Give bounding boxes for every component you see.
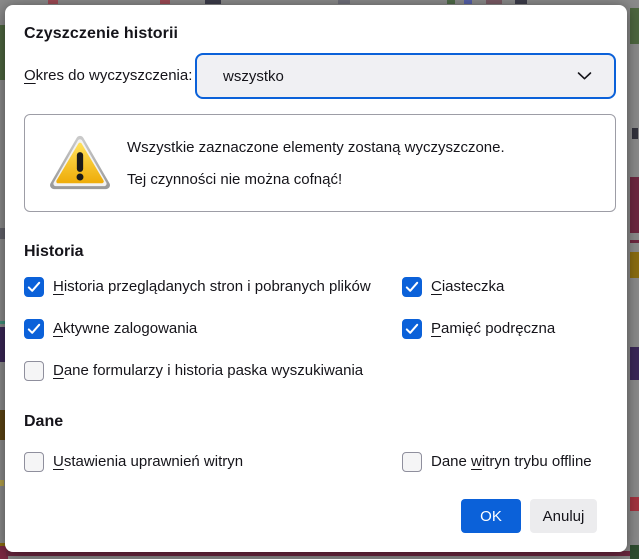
backdrop-fragment: [632, 128, 638, 139]
backdrop-fragment: [447, 0, 455, 4]
checkbox-row-cache: Pamięć podręczna: [402, 319, 555, 339]
checkbox-row-cookies: Ciasteczka: [402, 277, 504, 297]
backdrop-fragment: [630, 177, 639, 233]
warning-text: Wszystkie zaznaczone elementy zostaną wy…: [127, 137, 505, 191]
checkbox-row-browsing-history: Historia przeglądanych stron i pobranych…: [24, 277, 371, 297]
ok-button[interactable]: OK: [461, 499, 521, 533]
time-range-select[interactable]: wszystko: [195, 53, 616, 99]
clear-history-dialog: Czyszczenie historii Okres do wyczyszcze…: [5, 5, 627, 552]
checkbox-label-browsing-history[interactable]: Historia przeglądanych stron i pobranych…: [53, 277, 371, 297]
warning-triangle-icon: [49, 133, 111, 196]
backdrop-fragment: [48, 0, 58, 4]
checkbox-row-site-permissions: Ustawienia uprawnień witryn: [24, 452, 243, 472]
warning-line-2: Tej czynności nie można cofnąć!: [127, 169, 505, 191]
backdrop-fragment: [630, 8, 639, 44]
checkbox-label-offline-site-data[interactable]: Dane witryn trybu offline: [431, 452, 592, 472]
checkbox-active-logins[interactable]: [24, 319, 44, 339]
backdrop-fragment: [630, 545, 639, 559]
backdrop-fragment: [338, 0, 350, 4]
backdrop-fragment: [205, 0, 221, 4]
checkbox-label-cookies[interactable]: Ciasteczka: [431, 277, 504, 297]
chevron-down-icon: [577, 72, 592, 81]
checkbox-cache[interactable]: [402, 319, 422, 339]
checkbox-row-active-logins: Aktywne zalogowania: [24, 319, 197, 339]
backdrop-fragment: [486, 0, 502, 4]
checkbox-label-site-permissions[interactable]: Ustawienia uprawnień witryn: [53, 452, 243, 472]
warning-line-1: Wszystkie zaznaczone elementy zostaną wy…: [127, 137, 505, 159]
cancel-button[interactable]: Anuluj: [530, 499, 597, 533]
backdrop-fragment: [630, 497, 639, 511]
checkbox-row-offline-site-data: Dane witryn trybu offline: [402, 452, 592, 472]
checkbox-browsing-history[interactable]: [24, 277, 44, 297]
checkbox-label-form-search-history[interactable]: Dane formularzy i historia paska wyszuki…: [53, 361, 363, 381]
checkbox-form-search-history[interactable]: [24, 361, 44, 381]
checkbox-site-permissions[interactable]: [24, 452, 44, 472]
backdrop-fragment: [630, 347, 639, 380]
backdrop-fragment: [160, 0, 170, 4]
checkbox-label-active-logins[interactable]: Aktywne zalogowania: [53, 319, 197, 339]
section-heading-history: Historia: [24, 243, 84, 261]
time-range-label: Okres do wyczyszczenia:: [24, 53, 192, 99]
checkbox-cookies[interactable]: [402, 277, 422, 297]
checkbox-label-cache[interactable]: Pamięć podręczna: [431, 319, 555, 339]
checkbox-offline-site-data[interactable]: [402, 452, 422, 472]
warning-box: Wszystkie zaznaczone elementy zostaną wy…: [24, 114, 616, 212]
backdrop-fragment: [630, 240, 639, 243]
backdrop-fragment: [464, 0, 472, 4]
backdrop-fragment: [0, 480, 4, 486]
section-heading-data: Dane: [24, 413, 63, 431]
backdrop-fragment: [515, 0, 527, 4]
checkbox-row-form-search-history: Dane formularzy i historia paska wyszuki…: [24, 361, 363, 381]
time-range-selected-value: wszystko: [197, 68, 284, 85]
dialog-title: Czyszczenie historii: [24, 25, 178, 43]
backdrop-fragment: [630, 252, 639, 278]
